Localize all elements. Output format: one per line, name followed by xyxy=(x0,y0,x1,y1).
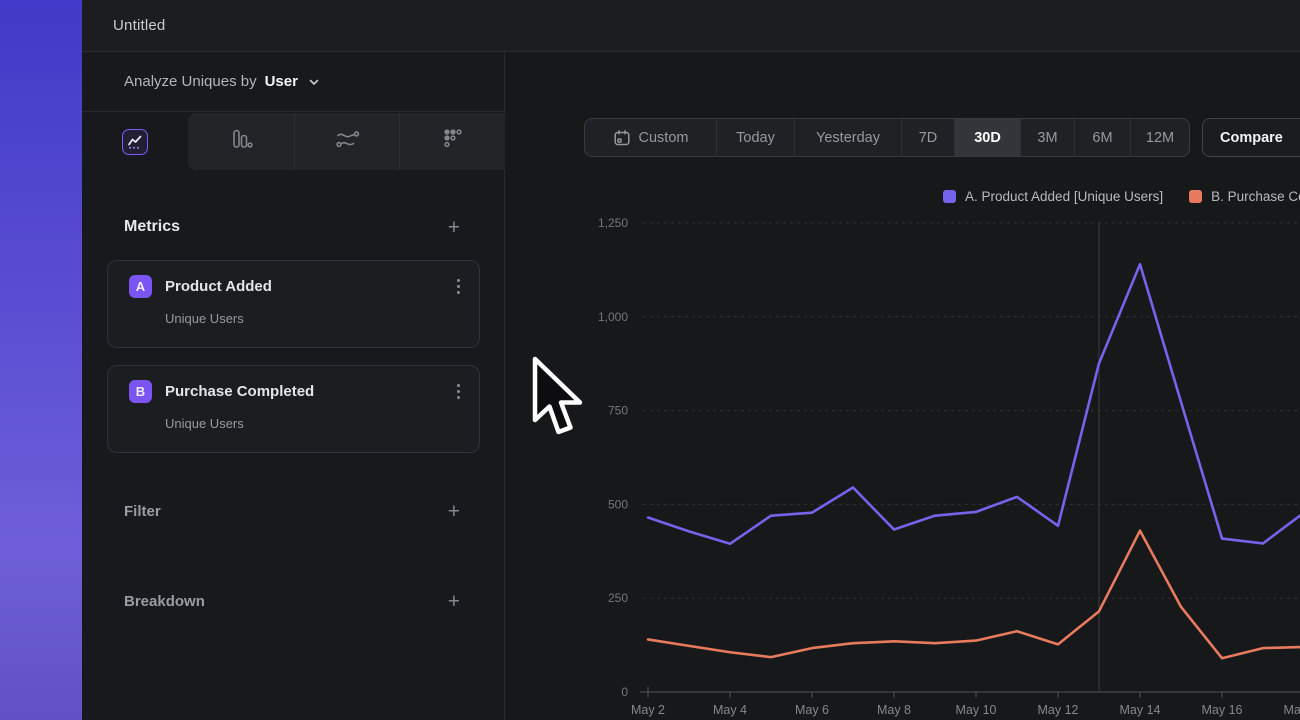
query-builder-sidebar: Analyze Uniques by User xyxy=(82,52,505,720)
chart-panel: Custom Today Yesterday 7D 30D 3M 6M 12M … xyxy=(505,52,1300,720)
metric-badge-a: A xyxy=(129,275,152,298)
tab-retention[interactable] xyxy=(399,113,505,170)
retention-grid-icon xyxy=(441,127,465,156)
svg-text:1,250: 1,250 xyxy=(598,216,628,230)
tab-bar-chart[interactable] xyxy=(188,113,294,170)
top-header: Untitled xyxy=(82,0,1300,52)
app-nav-rail xyxy=(0,0,82,720)
metric-card-b[interactable]: B Purchase Completed Unique Users xyxy=(107,365,480,453)
breakdown-title: Breakdown xyxy=(124,593,205,610)
line-chart[interactable]: 0 250 500 750 1,000 1,250 May 2 May 4 May 6 May 8… xyxy=(505,52,1300,720)
report-title[interactable]: Untitled xyxy=(113,17,165,34)
svg-text:0: 0 xyxy=(621,685,628,699)
chevron-down-icon xyxy=(308,76,320,88)
metric-card-a[interactable]: A Product Added Unique Users xyxy=(107,260,480,348)
tab-flows[interactable] xyxy=(294,113,400,170)
add-metric-button[interactable]: + xyxy=(448,217,460,238)
svg-text:May 2: May 2 xyxy=(631,703,665,717)
filter-section-header: Filter + xyxy=(82,496,504,526)
metric-aggregation[interactable]: Unique Users xyxy=(165,416,463,431)
metric-badge-b: B xyxy=(129,380,152,403)
metrics-title: Metrics xyxy=(124,218,180,236)
svg-text:250: 250 xyxy=(608,591,628,605)
analyze-label: Analyze Uniques by xyxy=(124,73,257,90)
breakdown-section-header: Breakdown + xyxy=(82,586,504,616)
add-filter-button[interactable]: + xyxy=(448,501,460,522)
analyze-by-dropdown[interactable]: User xyxy=(265,73,298,90)
svg-text:May 14: May 14 xyxy=(1120,703,1161,717)
kebab-menu-icon[interactable] xyxy=(454,276,463,297)
svg-text:500: 500 xyxy=(608,497,628,511)
svg-text:May 8: May 8 xyxy=(877,703,911,717)
mouse-cursor xyxy=(531,356,585,443)
kebab-menu-icon[interactable] xyxy=(454,381,463,402)
tab-line-chart[interactable] xyxy=(82,113,188,170)
svg-text:May 6: May 6 xyxy=(795,703,829,717)
svg-text:1,000: 1,000 xyxy=(598,310,628,324)
metrics-section-header: Metrics + xyxy=(82,212,504,242)
chart-type-tabs xyxy=(82,113,505,170)
filter-title: Filter xyxy=(124,503,161,520)
svg-text:750: 750 xyxy=(608,404,628,418)
analyze-row: Analyze Uniques by User xyxy=(82,52,504,112)
add-breakdown-button[interactable]: + xyxy=(448,591,460,612)
metric-name: Purchase Completed xyxy=(165,383,441,400)
svg-text:May 18: May 18 xyxy=(1284,703,1300,717)
line-chart-icon xyxy=(122,129,148,155)
flows-icon xyxy=(334,127,360,156)
metric-aggregation[interactable]: Unique Users xyxy=(165,311,463,326)
bar-chart-icon xyxy=(229,127,253,156)
metric-name: Product Added xyxy=(165,278,441,295)
svg-text:May 16: May 16 xyxy=(1202,703,1243,717)
svg-text:May 12: May 12 xyxy=(1038,703,1079,717)
svg-text:May 10: May 10 xyxy=(956,703,997,717)
svg-text:May 4: May 4 xyxy=(713,703,747,717)
